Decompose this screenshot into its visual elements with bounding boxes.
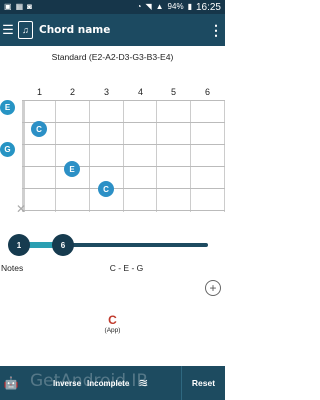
status-bar: ▣ ▦ ◙ ◔ ◥ ▲ 94% ▮ 16:25	[0, 0, 225, 14]
android-icon: 🤖	[3, 376, 19, 390]
inverse-button[interactable]: Inverse	[50, 366, 84, 400]
app-title: Chord name	[39, 24, 111, 36]
reset-button[interactable]: Reset	[181, 366, 225, 400]
more-vert-icon[interactable]: ⋮	[207, 14, 225, 46]
mute-icon[interactable]: ✕	[16, 202, 26, 216]
notes-value: C - E - G	[109, 263, 144, 273]
incomplete-button[interactable]: Incomplete	[84, 366, 132, 400]
status-time: 16:25	[195, 1, 221, 13]
bottom-bar: 🤖 Inverse Incomplete ≋ Reset	[0, 366, 225, 400]
fretboard[interactable]	[22, 100, 225, 212]
fret-number: 6	[205, 87, 211, 97]
fret-line	[224, 100, 225, 212]
alarm-icon: ◔	[136, 2, 142, 11]
nut	[22, 100, 25, 212]
battery-icon: ▮	[187, 2, 192, 11]
hamburger-icon[interactable]: ☰	[1, 14, 15, 46]
signal-icon: ▲	[155, 2, 164, 11]
string-line	[22, 122, 225, 123]
tuning-label[interactable]: Standard (E2-A2-D3-G3-B3-E4)	[0, 52, 225, 62]
string-label-e[interactable]: E	[0, 100, 15, 115]
fret-line	[190, 100, 191, 212]
string-line	[22, 188, 225, 189]
finger-dot[interactable]: C	[31, 121, 47, 137]
string-line	[22, 166, 225, 167]
battery-percent: 94%	[167, 2, 184, 11]
chord-name: C	[108, 313, 117, 327]
string-line	[22, 210, 225, 211]
fret-number: 2	[70, 87, 76, 97]
finger-dot[interactable]: E	[64, 161, 80, 177]
fret-line	[55, 100, 56, 212]
fret-number: 4	[138, 87, 144, 97]
fret-number: 3	[104, 87, 110, 97]
fret-line	[123, 100, 124, 212]
app-bar: ☰ ♫ Chord name ⋮	[0, 14, 225, 46]
fret-number: 1	[37, 87, 43, 97]
camera-icon: ◙	[27, 2, 32, 11]
image-icon: ▣	[4, 2, 12, 11]
range-start-handle[interactable]: 1	[8, 234, 30, 256]
fret-line	[89, 100, 90, 212]
fret-number: 5	[171, 87, 177, 97]
app-logo-icon: ♫	[18, 21, 33, 39]
string-line	[22, 100, 225, 101]
apps-icon: ▦	[15, 2, 24, 11]
wifi-icon: ◥	[145, 2, 152, 11]
string-line	[22, 144, 225, 145]
add-icon[interactable]: +	[205, 280, 221, 296]
range-end-handle[interactable]: 6	[52, 234, 74, 256]
chord-source: (App)	[104, 327, 121, 334]
finger-dot[interactable]: C	[98, 181, 114, 197]
fret-range-slider[interactable]: 1 6	[8, 234, 208, 256]
string-label-g[interactable]: G	[0, 142, 15, 157]
fret-line	[156, 100, 157, 212]
strum-icon[interactable]: ≋	[132, 366, 154, 400]
